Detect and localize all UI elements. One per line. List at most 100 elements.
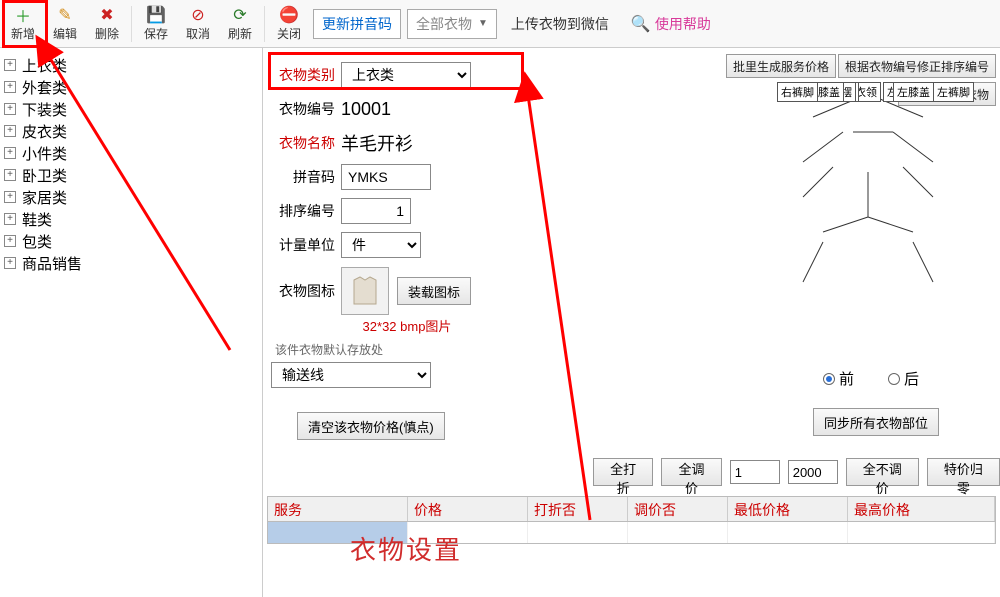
tree-item-label: 卧卫类 — [22, 165, 67, 186]
sync-parts-button[interactable]: 同步所有衣物部位 — [813, 408, 939, 436]
l-foot-label[interactable]: 左裤脚 — [933, 82, 974, 102]
table-header: 服务 价格 打折否 调价否 最低价格 最高价格 — [267, 496, 996, 522]
top-right-buttons: 批里生成服务价格 根据衣物编号修正排序编号 — [726, 54, 996, 78]
tree-item-label: 外套类 — [22, 77, 67, 98]
expand-icon[interactable]: + — [4, 81, 16, 93]
adjust-val2-input[interactable] — [788, 460, 838, 484]
expand-icon[interactable]: + — [4, 125, 16, 137]
expand-icon[interactable]: + — [4, 257, 16, 269]
icon-hint: 32*32 bmp图片 — [363, 319, 452, 334]
delete-button[interactable]: ✖ 删除 — [86, 2, 128, 46]
tree-item-label: 商品销售 — [22, 253, 82, 274]
icon-label: 衣物图标 — [267, 281, 341, 301]
tree-item-label: 鞋类 — [22, 209, 52, 230]
delete-label: 删除 — [95, 25, 119, 42]
new-button[interactable]: ＋ 新增 — [2, 2, 44, 46]
cancel-button[interactable]: ⊘ 取消 — [177, 2, 219, 46]
upload-wechat-button[interactable]: 上传衣物到微信 — [503, 9, 617, 39]
body-diagram: 衣领 右袖 左袖 右胸 左胸 右下摆 左下摆 右裤腰 左裤腰 右膝盖 左膝盖 右… — [743, 82, 993, 342]
expand-icon[interactable]: + — [4, 59, 16, 71]
magnifier-icon: 🔍 — [631, 14, 651, 34]
tree-item-9[interactable]: + 商品销售 — [4, 252, 258, 274]
unit-label: 计量单位 — [267, 235, 341, 255]
expand-icon[interactable]: + — [4, 191, 16, 203]
tree-item-8[interactable]: + 包类 — [4, 230, 258, 252]
cancel-icon: ⊘ — [188, 5, 208, 25]
sort-input[interactable] — [341, 198, 411, 224]
upload-wechat-label: 上传衣物到微信 — [511, 14, 609, 34]
tree-item-label: 上衣类 — [22, 55, 67, 76]
expand-icon[interactable]: + — [4, 235, 16, 247]
price-adjust-row: 全打折 全调价 全不调价 特价归零 — [593, 458, 1000, 486]
tree-item-label: 小件类 — [22, 143, 67, 164]
front-radio[interactable]: 前 — [823, 368, 854, 389]
col-minprice: 最低价格 — [728, 497, 848, 521]
all-clothes-label: 全部衣物 — [416, 14, 472, 34]
tree-item-0[interactable]: + 上衣类 — [4, 54, 258, 76]
tree-item-5[interactable]: + 卧卫类 — [4, 164, 258, 186]
adjust-val1-input[interactable] — [730, 460, 780, 484]
plus-icon: ＋ — [13, 5, 33, 25]
sort-label: 排序编号 — [267, 201, 341, 221]
close-button[interactable]: ⛔ 关闭 — [268, 2, 310, 46]
r-foot-label[interactable]: 右裤脚 — [777, 82, 818, 102]
fix-order-button[interactable]: 根据衣物编号修正排序编号 — [838, 54, 996, 78]
toolbar: ＋ 新增 ✎ 编辑 ✖ 删除 💾 保存 ⊘ 取消 ⟳ 刷新 ⛔ 关闭 更新拼音码… — [0, 0, 1000, 48]
tree-item-7[interactable]: + 鞋类 — [4, 208, 258, 230]
number-value: 10001 — [341, 99, 391, 120]
load-icon-button[interactable]: 装载图标 — [397, 277, 471, 305]
name-label: 衣物名称 — [267, 133, 341, 153]
tree-item-label: 家居类 — [22, 187, 67, 208]
front-back-radio: 前 后 — [823, 368, 919, 389]
expand-icon[interactable]: + — [4, 147, 16, 159]
new-label: 新增 — [11, 25, 35, 42]
caption: 衣物设置 — [350, 530, 462, 567]
help-label: 使用帮助 — [655, 14, 711, 34]
name-value: 羊毛开衫 — [341, 130, 413, 156]
edit-button[interactable]: ✎ 编辑 — [44, 2, 86, 46]
col-adjust: 调价否 — [628, 497, 728, 521]
save-icon: 💾 — [146, 5, 166, 25]
icon-preview — [341, 267, 389, 315]
no-adjust-button[interactable]: 全不调价 — [846, 458, 919, 486]
update-pinyin-label: 更新拼音码 — [322, 14, 392, 34]
batch-price-button[interactable]: 批里生成服务价格 — [726, 54, 836, 78]
store-select[interactable]: 输送线 — [271, 362, 431, 388]
all-clothes-dropdown[interactable]: 全部衣物 ▼ — [407, 9, 497, 39]
tree-item-6[interactable]: + 家居类 — [4, 186, 258, 208]
clothes-form: 衣物类别 上衣类 衣物编号 10001 衣物名称 羊毛开衫 拼音码 排序编号 计… — [267, 58, 547, 440]
l-knee-label[interactable]: 左膝盖 — [893, 82, 934, 102]
tree-item-3[interactable]: + 皮衣类 — [4, 120, 258, 142]
chevron-down-icon: ▼ — [478, 18, 488, 29]
pencil-icon: ✎ — [55, 5, 75, 25]
refresh-label: 刷新 — [228, 25, 252, 42]
refresh-button[interactable]: ⟳ 刷新 — [219, 2, 261, 46]
tree-item-4[interactable]: + 小件类 — [4, 142, 258, 164]
delete-icon: ✖ — [97, 5, 117, 25]
cancel-label: 取消 — [186, 25, 210, 42]
unit-select[interactable]: 件 — [341, 232, 421, 258]
all-discount-button[interactable]: 全打折 — [593, 458, 653, 486]
special-zero-button[interactable]: 特价归零 — [927, 458, 1000, 486]
expand-icon[interactable]: + — [4, 169, 16, 181]
tree-item-2[interactable]: + 下装类 — [4, 98, 258, 120]
tree-item-label: 皮衣类 — [22, 121, 67, 142]
col-maxprice: 最高价格 — [848, 497, 995, 521]
clear-price-button[interactable]: 清空该衣物价格(慎点) — [297, 412, 445, 440]
update-pinyin-button[interactable]: 更新拼音码 — [313, 9, 401, 39]
help-button[interactable]: 🔍 使用帮助 — [623, 9, 719, 39]
expand-icon[interactable]: + — [4, 213, 16, 225]
save-button[interactable]: 💾 保存 — [135, 2, 177, 46]
all-adjust-button[interactable]: 全调价 — [661, 458, 721, 486]
number-label: 衣物编号 — [267, 99, 341, 119]
col-price: 价格 — [408, 497, 528, 521]
expand-icon[interactable]: + — [4, 103, 16, 115]
tree-item-1[interactable]: + 外套类 — [4, 76, 258, 98]
tree-item-label: 包类 — [22, 231, 52, 252]
back-radio[interactable]: 后 — [888, 368, 919, 389]
pinyin-label: 拼音码 — [267, 167, 341, 187]
tree-item-label: 下装类 — [22, 99, 67, 120]
category-select[interactable]: 上衣类 — [341, 62, 471, 88]
save-label: 保存 — [144, 25, 168, 42]
pinyin-input[interactable] — [341, 164, 431, 190]
